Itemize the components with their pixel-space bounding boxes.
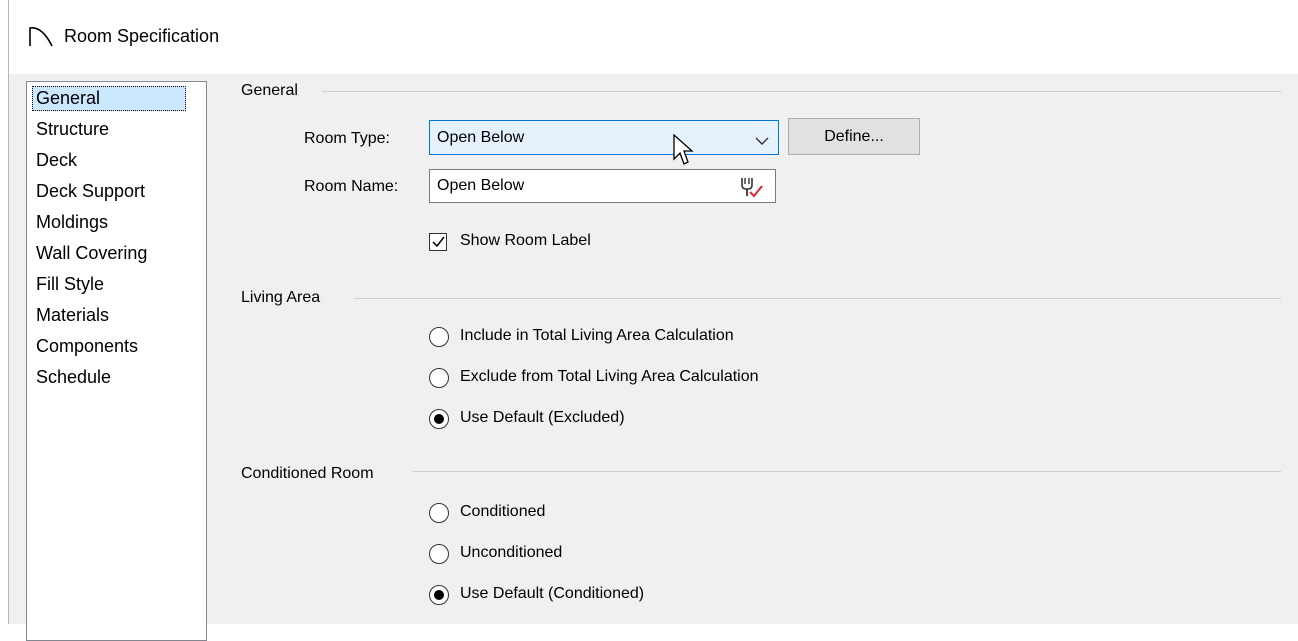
radio-label: Exclude from Total Living Area Calculati…	[460, 368, 759, 385]
define-button[interactable]: Define...	[788, 118, 920, 155]
radio-button[interactable]	[429, 503, 449, 523]
nav-item-general[interactable]: General	[32, 86, 186, 111]
group-divider	[322, 91, 1281, 92]
category-list[interactable]: General Structure Deck Deck Support Mold…	[26, 81, 207, 641]
nav-item-schedule[interactable]: Schedule	[33, 365, 114, 390]
title-bar: Room Specification	[9, 0, 1298, 74]
show-room-label-checkbox[interactable]	[429, 233, 447, 251]
radio-label: Include in Total Living Area Calculation	[460, 327, 734, 344]
nav-item-deck[interactable]: Deck	[33, 148, 80, 173]
radio-label: Conditioned	[460, 503, 546, 520]
group-divider	[412, 471, 1281, 472]
radio-button[interactable]	[429, 544, 449, 564]
room-type-dropdown[interactable]: Open Below	[429, 120, 779, 155]
show-room-label-text: Show Room Label	[460, 232, 591, 249]
room-specification-dialog: Room Specification General Structure Dec…	[8, 0, 1298, 641]
group-title-general: General	[241, 82, 298, 99]
nav-item-structure[interactable]: Structure	[33, 117, 112, 142]
chevron-down-icon	[755, 133, 769, 151]
window-title: Room Specification	[64, 26, 220, 46]
wrench-check-icon[interactable]	[735, 174, 765, 205]
radio-button[interactable]	[429, 409, 449, 429]
radio-label: Use Default (Excluded)	[460, 409, 625, 426]
mouse-pointer-icon	[673, 133, 697, 175]
arc-icon	[28, 25, 54, 52]
nav-item-deck-support[interactable]: Deck Support	[33, 179, 148, 204]
room-name-field[interactable]: Open Below	[429, 169, 776, 203]
radio-button[interactable]	[429, 585, 449, 605]
radio-label: Unconditioned	[460, 544, 563, 561]
group-title-living-area: Living Area	[241, 289, 321, 306]
room-name-label: Room Name:	[304, 178, 399, 195]
nav-item-moldings[interactable]: Moldings	[33, 210, 111, 235]
group-title-conditioned-room: Conditioned Room	[241, 465, 374, 482]
nav-item-components[interactable]: Components	[33, 334, 141, 359]
radio-label: Use Default (Conditioned)	[460, 585, 645, 602]
nav-item-fill-style[interactable]: Fill Style	[33, 272, 107, 297]
room-type-value: Open Below	[437, 129, 525, 146]
room-name-value: Open Below	[437, 177, 525, 194]
room-type-label: Room Type:	[304, 130, 390, 147]
radio-button[interactable]	[429, 368, 449, 388]
radio-button[interactable]	[429, 327, 449, 347]
nav-item-materials[interactable]: Materials	[33, 303, 112, 328]
group-divider	[354, 298, 1281, 299]
nav-item-wall-covering[interactable]: Wall Covering	[33, 241, 150, 266]
